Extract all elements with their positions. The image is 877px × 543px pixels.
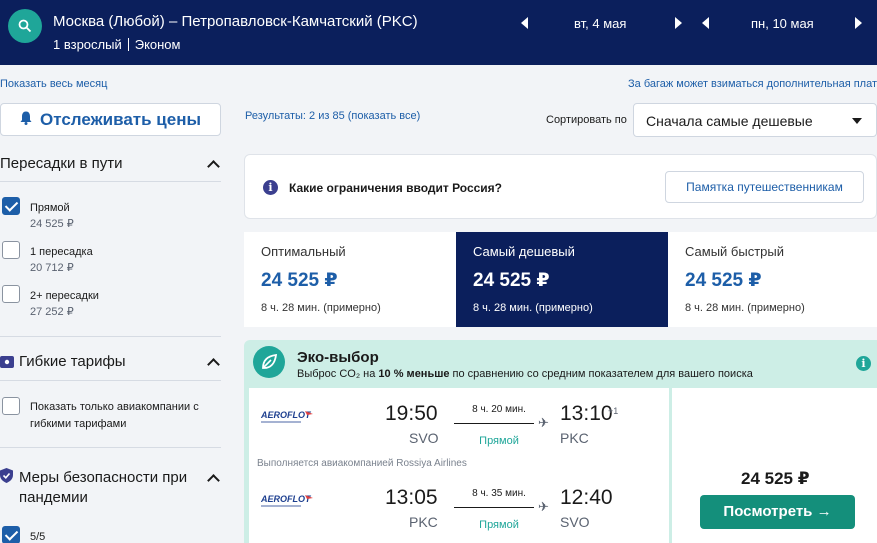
flight-price: 24 525 ₽: [741, 469, 810, 488]
tab-price: 24 525 ₽: [473, 270, 550, 291]
caret-down-icon: [852, 118, 862, 124]
search-header: Москва (Любой) – Петропавловск-Камчатски…: [0, 0, 877, 65]
eco-title: Эко-выбор: [297, 349, 379, 366]
info-icon[interactable]: i: [856, 356, 871, 371]
outbound-arrival-time: 13:10: [560, 402, 613, 425]
chevron-up-icon[interactable]: [207, 160, 220, 173]
passengers-count: 1 взрослый: [53, 37, 122, 52]
chevron-up-icon[interactable]: [207, 474, 220, 487]
tab-duration: 8 ч. 28 мин. (примерно): [473, 302, 593, 314]
tab-optimal[interactable]: Оптимальный 24 525 ₽ 8 ч. 28 мин. (приме…: [244, 232, 456, 327]
prev-date-back-icon[interactable]: [702, 17, 709, 29]
safety-measures-title[interactable]: Меры безопасности при пандемии: [19, 468, 204, 508]
stops-filter-title[interactable]: Пересадки в пути: [0, 155, 123, 172]
plane-icon: ✈: [538, 415, 549, 430]
tab-name: Оптимальный: [261, 244, 346, 259]
outbound-route-line: [454, 423, 534, 424]
flex-fares-checkbox[interactable]: [2, 397, 20, 415]
route-title[interactable]: Москва (Любой) – Петропавловск-Камчатски…: [53, 13, 418, 30]
stops-direct-label: Прямой: [30, 202, 70, 214]
tab-name: Самый быстрый: [685, 244, 784, 259]
flex-fares-title[interactable]: Гибкие тарифы: [19, 353, 126, 370]
divider: [0, 447, 221, 448]
svg-text:AEROFLOT: AEROFLOT: [261, 494, 312, 504]
stops-two-plus-checkbox[interactable]: [2, 285, 20, 303]
stops-direct-checkbox[interactable]: [2, 197, 20, 215]
track-prices-label: Отслеживать цены: [40, 109, 201, 129]
results-count-link[interactable]: Результаты: 2 из 85 (показать все): [245, 110, 420, 122]
eco-subtitle: Выброс CO₂ на 10 % меньше по сравнению с…: [297, 368, 753, 380]
divider: [0, 380, 221, 381]
eco-sub-bold: 10 % меньше: [378, 368, 450, 380]
date-return[interactable]: пн, 10 мая: [751, 16, 814, 31]
aeroflot-logo: AEROFLOT: [260, 408, 321, 428]
outbound-next-day: +1: [608, 406, 619, 416]
show-month-link[interactable]: Показать весь месяц: [0, 78, 107, 90]
inbound-arrival-airport: SVO: [560, 514, 590, 530]
inbound-duration: 8 ч. 35 мин.: [472, 488, 526, 499]
passengers-cabin[interactable]: 1 взрослый Эконом: [53, 37, 180, 52]
aeroflot-logo: AEROFLOT: [260, 492, 321, 512]
stops-direct-price: 24 525 ₽: [30, 218, 74, 230]
sort-tabs: Оптимальный 24 525 ₽ 8 ч. 28 мин. (приме…: [244, 232, 877, 327]
date-outbound[interactable]: вт, 4 мая: [574, 16, 626, 31]
next-date-out-icon[interactable]: [675, 17, 682, 29]
sort-label: Сортировать по: [546, 114, 627, 126]
flex-fares-label: Показать только авиакомпании с гибкими т…: [30, 401, 199, 430]
operated-by-note: Выполняется авиакомпанией Rossiya Airlin…: [257, 458, 467, 469]
outbound-arrival-airport: PKC: [560, 430, 589, 446]
view-flight-button[interactable]: Посмотреть →: [700, 495, 855, 529]
next-date-back-icon[interactable]: [855, 17, 862, 29]
bell-icon: [20, 110, 32, 130]
tab-price: 24 525 ₽: [685, 270, 762, 291]
tab-duration: 8 ч. 28 мин. (примерно): [685, 302, 805, 314]
eco-sub-prefix: Выброс CO₂ на: [297, 368, 379, 380]
prev-date-out-icon[interactable]: [521, 17, 528, 29]
outbound-departure-airport: SVO: [409, 430, 439, 446]
search-icon: [18, 19, 32, 33]
tab-fastest[interactable]: Самый быстрый 24 525 ₽ 8 ч. 28 мин. (при…: [668, 232, 877, 327]
baggage-fee-link[interactable]: За багаж может взиматься дополнительная …: [628, 78, 877, 90]
inbound-departure-airport: PKC: [409, 514, 438, 530]
stops-one-checkbox[interactable]: [2, 241, 20, 259]
safety-checkbox[interactable]: [2, 526, 20, 543]
sort-select-value: Сначала самые дешевые: [646, 113, 813, 129]
stops-one-label: 1 пересадка: [30, 246, 93, 258]
traveler-memo-button[interactable]: Памятка путешественникам: [665, 171, 864, 203]
outbound-departure-time: 19:50: [385, 402, 438, 425]
shield-icon: [0, 468, 13, 488]
leaf-icon: [253, 346, 285, 378]
sort-select[interactable]: Сначала самые дешевые: [633, 103, 877, 137]
svg-text:AEROFLOT: AEROFLOT: [261, 410, 312, 420]
eco-sub-suffix: по сравнению со средним показателем для …: [449, 368, 753, 380]
travel-restrictions-card: i Какие ограничения вводит Россия? Памят…: [244, 154, 877, 219]
stops-two-plus-label: 2+ пересадки: [30, 290, 99, 302]
flight-itinerary[interactable]: AEROFLOT 19:50 SVO 8 ч. 20 мин. ✈ Прямой…: [249, 388, 669, 543]
inbound-stops: Прямой: [479, 519, 519, 531]
safety-option-label: 5/5: [30, 531, 46, 543]
tab-price: 24 525 ₽: [261, 270, 338, 291]
search-button[interactable]: [8, 9, 42, 43]
outbound-duration: 8 ч. 20 мин.: [472, 404, 526, 415]
divider: [0, 181, 221, 182]
inbound-departure-time: 13:05: [385, 486, 438, 509]
price-panel: 24 525 ₽ Посмотреть →: [672, 388, 877, 543]
track-prices-button[interactable]: Отслеживать цены: [0, 103, 221, 136]
tab-name: Самый дешевый: [473, 244, 575, 259]
tab-cheapest[interactable]: Самый дешевый 24 525 ₽ 8 ч. 28 мин. (при…: [456, 232, 668, 327]
stops-two-plus-price: 27 252 ₽: [30, 306, 74, 318]
plane-icon: ✈: [538, 499, 549, 514]
cabin-class: Эконом: [134, 37, 181, 52]
outbound-stops: Прямой: [479, 435, 519, 447]
tab-duration: 8 ч. 28 мин. (примерно): [261, 302, 381, 314]
restrictions-question: Какие ограничения вводит Россия?: [289, 181, 502, 195]
divider: [0, 336, 221, 337]
stops-one-price: 20 712 ₽: [30, 262, 74, 274]
inbound-route-line: [454, 507, 534, 508]
inbound-arrival-time: 12:40: [560, 486, 613, 509]
chevron-up-icon[interactable]: [207, 358, 220, 371]
info-icon: i: [263, 180, 278, 195]
ticket-icon: [0, 355, 14, 373]
